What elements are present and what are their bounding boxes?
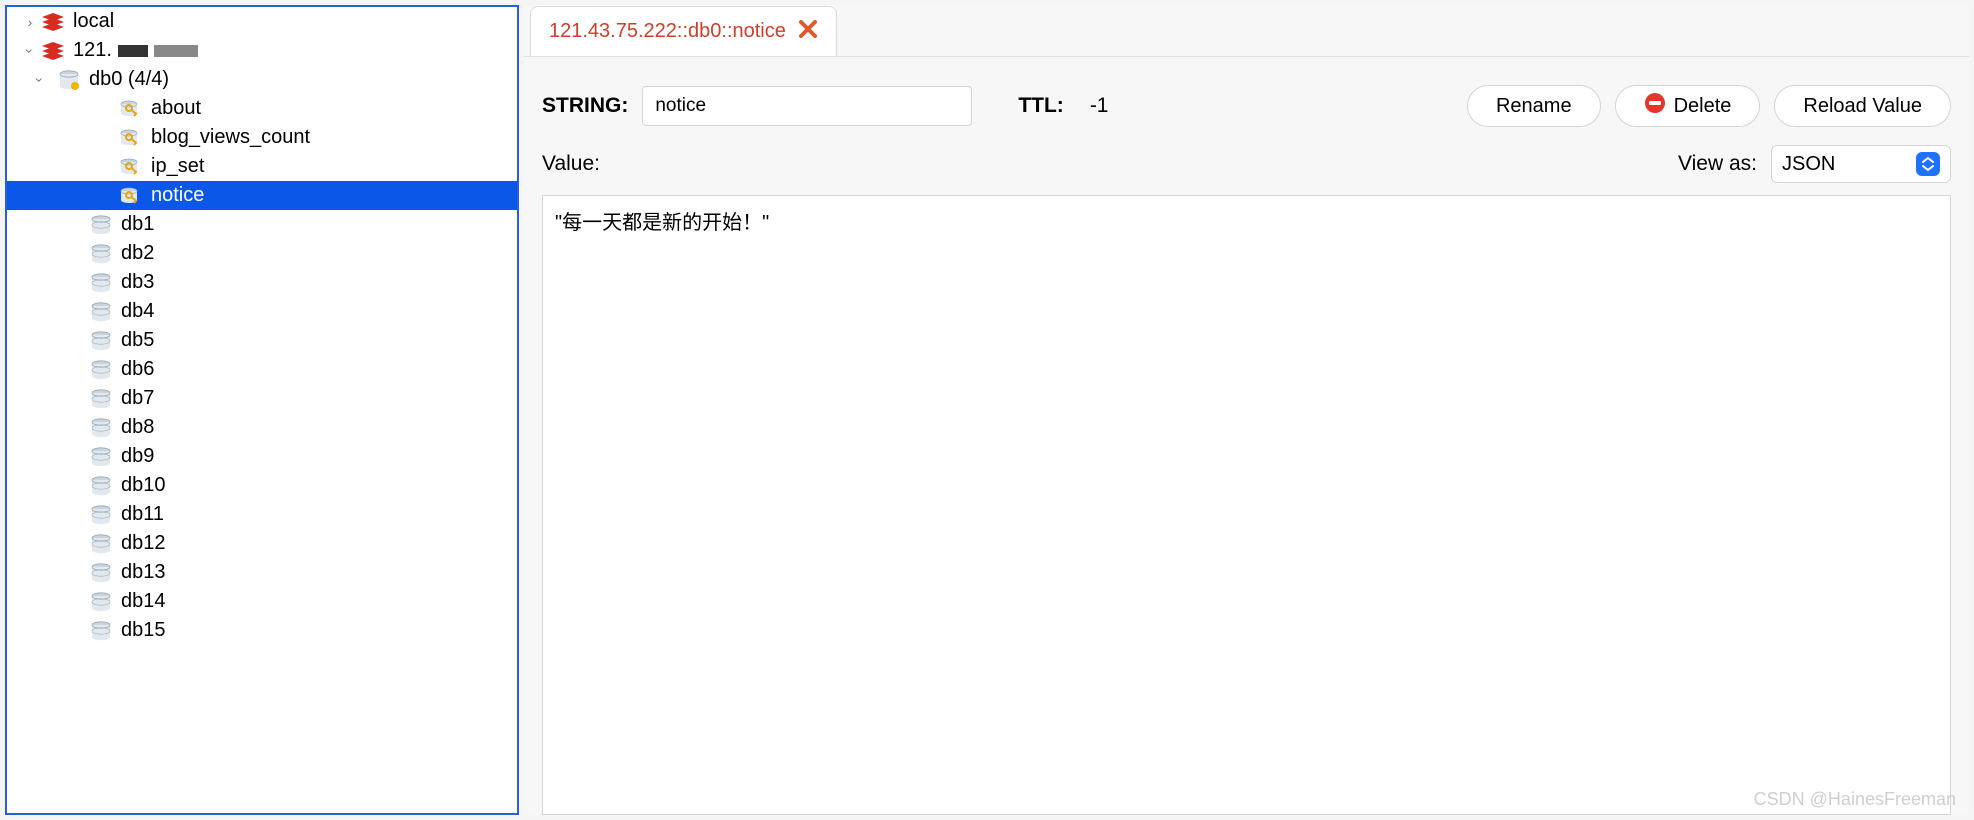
- tree-db-db10[interactable]: db10: [7, 471, 517, 500]
- database-icon: [87, 272, 115, 294]
- tree-db-db3[interactable]: db3: [7, 268, 517, 297]
- database-icon: [87, 504, 115, 526]
- db-label: db15: [121, 619, 166, 642]
- database-icon: [87, 591, 115, 613]
- tree-key-ip_set[interactable]: ip_set: [7, 152, 517, 181]
- delete-label: Delete: [1674, 95, 1732, 118]
- connection-label: 121.: [73, 39, 112, 62]
- db-label: db13: [121, 561, 166, 584]
- key-name-input[interactable]: [642, 86, 972, 126]
- delete-button[interactable]: Delete: [1615, 85, 1761, 127]
- value-header: Value: View as: JSON: [524, 145, 1969, 195]
- db-label: db0 (4/4): [89, 68, 169, 91]
- ttl-label: TTL:: [1018, 94, 1063, 118]
- tree-db-db13[interactable]: db13: [7, 558, 517, 587]
- tree-db-db8[interactable]: db8: [7, 413, 517, 442]
- key-label: about: [151, 97, 201, 120]
- db-label: db4: [121, 300, 154, 323]
- tree-db-db11[interactable]: db11: [7, 500, 517, 529]
- key-icon: [117, 185, 145, 207]
- database-icon: [55, 69, 83, 91]
- close-icon[interactable]: [798, 19, 818, 45]
- key-icon: [117, 127, 145, 149]
- db-label: db10: [121, 474, 166, 497]
- rename-button[interactable]: Rename: [1467, 85, 1601, 127]
- value-label: Value:: [542, 152, 600, 176]
- db-label: db8: [121, 416, 154, 439]
- key-label: ip_set: [151, 155, 204, 178]
- view-as-select[interactable]: JSON: [1771, 145, 1951, 183]
- view-as-value: JSON: [1782, 153, 1835, 176]
- tree-db-db12[interactable]: db12: [7, 529, 517, 558]
- tree-db-db14[interactable]: db14: [7, 587, 517, 616]
- key-toolbar: STRING: TTL: Rename Delete Reload Value: [524, 57, 1969, 145]
- type-label: STRING:: [542, 94, 628, 118]
- tree-db-db9[interactable]: db9: [7, 442, 517, 471]
- db-label: db1: [121, 213, 154, 236]
- main-panel: 121.43.75.222::db0::notice STRING: TTL: …: [524, 5, 1969, 815]
- key-icon: [117, 156, 145, 178]
- tab-label: 121.43.75.222::db0::notice: [549, 20, 786, 43]
- watermark: CSDN @HainesFreeman: [1754, 789, 1956, 810]
- tab-bar: 121.43.75.222::db0::notice: [524, 5, 1969, 57]
- chevron-down-icon: ›: [32, 71, 48, 89]
- connection-label: local: [73, 10, 114, 33]
- tree-key-blog_views_count[interactable]: blog_views_count: [7, 123, 517, 152]
- db-label: db12: [121, 532, 166, 555]
- database-icon: [87, 388, 115, 410]
- tree-key-about[interactable]: about: [7, 94, 517, 123]
- ttl-input[interactable]: [1078, 86, 1128, 126]
- tree-db-db15[interactable]: db15: [7, 616, 517, 645]
- tree-db-db7[interactable]: db7: [7, 384, 517, 413]
- chevron-right-icon: ›: [21, 14, 39, 30]
- db-label: db5: [121, 329, 154, 352]
- redis-icon: [39, 11, 67, 33]
- db-label: db6: [121, 358, 154, 381]
- database-icon: [87, 359, 115, 381]
- tree-db-db5[interactable]: db5: [7, 326, 517, 355]
- tree-connection-local[interactable]: › local: [7, 7, 517, 36]
- database-icon: [87, 330, 115, 352]
- db-label: db14: [121, 590, 166, 613]
- tree-db-db2[interactable]: db2: [7, 239, 517, 268]
- tree-connection-remote[interactable]: › 121.: [7, 36, 517, 65]
- db-label: db2: [121, 242, 154, 265]
- database-icon: [87, 533, 115, 555]
- redacted-text: [118, 45, 148, 57]
- value-content[interactable]: "每一天都是新的开始！": [542, 195, 1951, 815]
- db-label: db3: [121, 271, 154, 294]
- key-label: notice: [151, 184, 204, 207]
- tree-db-db4[interactable]: db4: [7, 297, 517, 326]
- key-label: blog_views_count: [151, 126, 310, 149]
- redis-icon: [39, 40, 67, 62]
- key-icon: [117, 98, 145, 120]
- tree-key-notice[interactable]: notice: [7, 181, 517, 210]
- view-as-label: View as:: [1678, 152, 1757, 176]
- database-icon: [87, 562, 115, 584]
- tree-db-db6[interactable]: db6: [7, 355, 517, 384]
- select-toggle-icon: [1916, 152, 1940, 176]
- tree-db-db1[interactable]: db1: [7, 210, 517, 239]
- db-label: db11: [121, 503, 164, 526]
- db-label: db9: [121, 445, 154, 468]
- tab-active[interactable]: 121.43.75.222::db0::notice: [530, 6, 837, 56]
- database-icon: [87, 301, 115, 323]
- chevron-down-icon: ›: [22, 42, 38, 60]
- tree-db0[interactable]: › db0 (4/4): [7, 65, 517, 94]
- reload-value-button[interactable]: Reload Value: [1774, 85, 1951, 127]
- database-icon: [87, 243, 115, 265]
- db-label: db7: [121, 387, 154, 410]
- database-icon: [87, 475, 115, 497]
- delete-icon: [1644, 92, 1666, 120]
- sidebar: › local › 121. › db0 (4/4) about blog_vie…: [5, 5, 519, 815]
- database-icon: [87, 214, 115, 236]
- database-icon: [87, 446, 115, 468]
- redacted-text: [154, 45, 198, 57]
- database-icon: [87, 417, 115, 439]
- database-icon: [87, 620, 115, 642]
